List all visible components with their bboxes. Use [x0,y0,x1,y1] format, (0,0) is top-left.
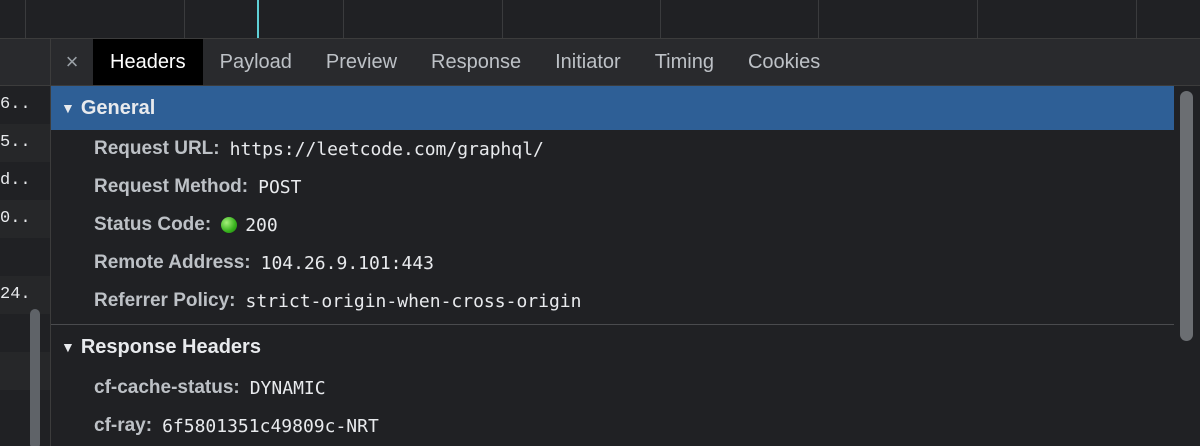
header-row-cf-cache-status: cf-cache-status: DYNAMIC [51,369,1174,407]
header-key: Request URL: [94,138,220,159]
timeline-gridline [502,0,503,38]
header-key: Remote Address: [94,252,251,273]
tab-preview[interactable]: Preview [309,39,414,85]
header-value: strict-origin-when-cross-origin [245,290,582,312]
header-row-referrer-policy: Referrer Policy: strict-origin-when-cros… [51,282,1174,320]
header-row-remote-address: Remote Address: 104.26.9.101:443 [51,244,1174,282]
request-row[interactable]: d.. [0,162,50,200]
tab-payload[interactable]: Payload [203,39,309,85]
timeline-gridline [184,0,185,38]
request-details-panel: × Headers Payload Preview Response Initi… [51,39,1200,446]
tab-cookies[interactable]: Cookies [731,39,837,85]
section-response-headers-header[interactable]: ▼ Response Headers [51,325,1174,369]
header-row-request-url: Request URL: https://leetcode.com/graphq… [51,130,1174,168]
header-row-request-method: Request Method: POST [51,168,1174,206]
headers-content: ▼ General Request URL: https://leetcode.… [51,86,1174,446]
triangle-down-icon: ▼ [61,339,75,355]
request-row[interactable] [0,352,50,390]
header-row-status-code: Status Code: 200 [51,206,1174,244]
header-value: 6f5801351c49809c-NRT [162,415,379,437]
network-timeline[interactable] [0,0,1200,39]
timeline-marker [257,0,259,38]
header-key: Request Method: [94,176,249,197]
request-row[interactable]: 24. [0,276,50,314]
header-key: cf-cache-status: [94,377,240,398]
header-row-cf-ray: cf-ray: 6f5801351c49809c-NRT [51,407,1174,445]
section-title: General [80,96,156,119]
section-general-header[interactable]: ▼ General [51,86,1174,130]
timeline-gridline [25,0,26,38]
close-icon[interactable]: × [51,39,93,85]
timeline-gridline [1136,0,1137,38]
tab-initiator[interactable]: Initiator [538,39,638,85]
details-scrollbar-thumb[interactable] [1180,91,1193,341]
triangle-down-icon: ▼ [61,100,75,116]
request-list[interactable]: 6.. 5.. d.. 0.. 24. [0,39,51,446]
status-ok-icon [221,217,238,233]
request-row[interactable]: 0.. [0,200,50,238]
request-row[interactable] [0,314,50,352]
tab-headers[interactable]: Headers [93,39,203,85]
header-value: https://leetcode.com/graphql/ [229,138,544,160]
request-list-header [0,39,50,86]
request-row[interactable] [0,238,50,276]
details-tabbar: × Headers Payload Preview Response Initi… [51,39,1200,86]
timeline-gridline [343,0,344,38]
request-row[interactable]: 6.. [0,86,50,124]
header-value: POST [258,176,302,198]
timeline-gridline [818,0,819,38]
header-key: cf-ray: [94,415,153,436]
header-value: DYNAMIC [249,377,326,399]
header-key: Status Code: [94,214,212,235]
timeline-gridline [660,0,661,38]
request-list-scrollbar[interactable] [30,309,40,446]
header-value: 200 [245,214,278,236]
section-title: Response Headers [80,335,261,358]
timeline-gridline [977,0,978,38]
header-key: Referrer Policy: [94,290,236,311]
header-value: 104.26.9.101:443 [260,252,435,274]
request-row[interactable]: 5.. [0,124,50,162]
tab-timing[interactable]: Timing [638,39,731,85]
tab-response[interactable]: Response [414,39,538,85]
